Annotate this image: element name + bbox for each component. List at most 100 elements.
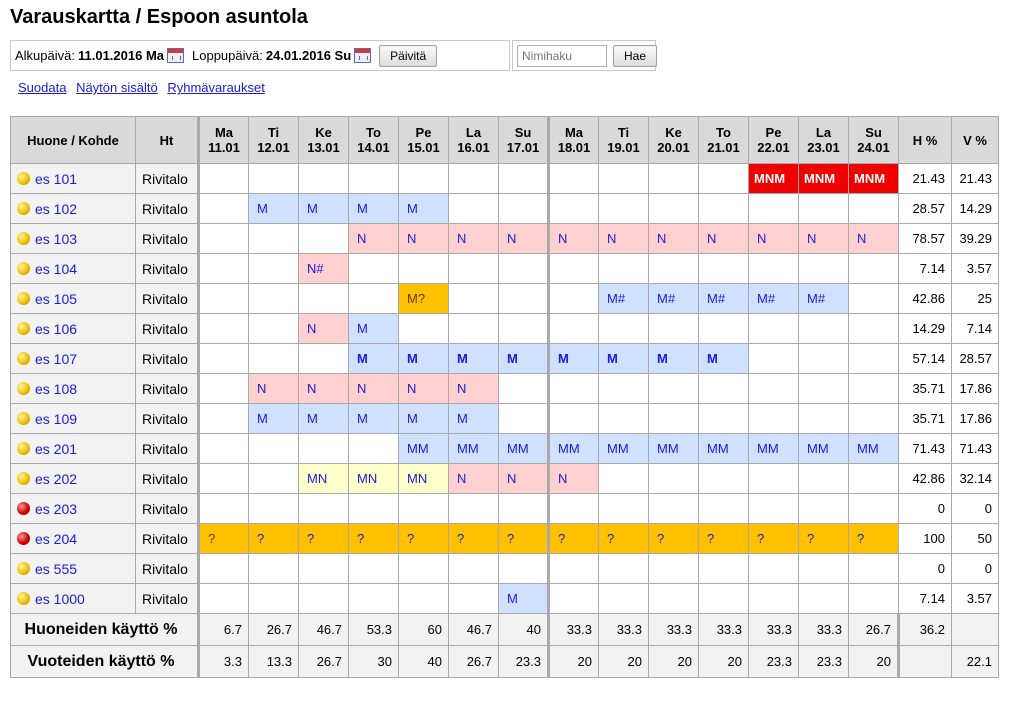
booking-cell[interactable]: N — [498, 463, 549, 494]
booking-cell[interactable] — [648, 313, 699, 344]
start-date-value[interactable]: 11.01.2016 Ma — [78, 48, 164, 63]
booking-cell[interactable]: M — [448, 343, 499, 374]
booking-cell[interactable]: MNM — [748, 163, 799, 194]
booking-cell[interactable]: ? — [748, 523, 799, 554]
room-cell[interactable]: es 103 — [10, 223, 136, 254]
booking-cell[interactable]: M — [648, 343, 699, 374]
booking-cell[interactable]: M — [398, 193, 449, 224]
filter-link[interactable]: Suodata — [18, 80, 66, 95]
booking-cell[interactable] — [698, 463, 749, 494]
booking-cell[interactable] — [197, 493, 249, 524]
booking-cell[interactable]: N — [598, 223, 649, 254]
booking-cell[interactable]: ? — [648, 523, 699, 554]
booking-cell[interactable]: M — [398, 403, 449, 434]
room-name[interactable]: es 201 — [35, 441, 77, 457]
booking-cell[interactable] — [398, 163, 449, 194]
booking-cell[interactable]: ? — [448, 523, 499, 554]
booking-cell[interactable]: M? — [398, 283, 449, 314]
booking-cell[interactable] — [348, 553, 399, 584]
booking-cell[interactable]: ? — [298, 523, 349, 554]
room-cell[interactable]: es 201 — [10, 433, 136, 464]
booking-cell[interactable] — [648, 193, 699, 224]
booking-cell[interactable] — [448, 163, 499, 194]
booking-cell[interactable] — [547, 193, 599, 224]
booking-cell[interactable] — [248, 163, 299, 194]
booking-cell[interactable]: ? — [698, 523, 749, 554]
booking-cell[interactable] — [848, 283, 899, 314]
booking-cell[interactable]: M — [298, 193, 349, 224]
booking-cell[interactable] — [798, 403, 849, 434]
room-cell[interactable]: es 105 — [10, 283, 136, 314]
booking-cell[interactable]: M# — [798, 283, 849, 314]
booking-cell[interactable]: N — [498, 223, 549, 254]
booking-cell[interactable] — [698, 313, 749, 344]
booking-cell[interactable] — [197, 553, 249, 584]
booking-cell[interactable] — [798, 553, 849, 584]
booking-cell[interactable] — [698, 163, 749, 194]
room-cell[interactable]: es 109 — [10, 403, 136, 434]
search-button[interactable]: Hae — [613, 44, 658, 67]
room-name[interactable]: es 106 — [35, 321, 77, 337]
booking-cell[interactable] — [248, 343, 299, 374]
room-cell[interactable]: es 204 — [10, 523, 136, 554]
room-name[interactable]: es 104 — [35, 261, 77, 277]
end-date-value[interactable]: 24.01.2016 Su — [266, 48, 351, 63]
booking-cell[interactable] — [798, 463, 849, 494]
booking-cell[interactable]: N — [248, 373, 299, 404]
booking-cell[interactable] — [748, 253, 799, 284]
room-cell[interactable]: es 1000 — [10, 583, 136, 614]
room-cell[interactable]: es 203 — [10, 493, 136, 524]
booking-cell[interactable]: N — [398, 373, 449, 404]
booking-cell[interactable] — [698, 553, 749, 584]
booking-cell[interactable] — [298, 583, 349, 614]
booking-cell[interactable]: ? — [547, 523, 599, 554]
booking-cell[interactable] — [848, 343, 899, 374]
booking-cell[interactable]: N — [448, 463, 499, 494]
booking-cell[interactable] — [748, 313, 799, 344]
booking-cell[interactable] — [197, 373, 249, 404]
booking-cell[interactable] — [848, 583, 899, 614]
room-cell[interactable]: es 555 — [10, 553, 136, 584]
booking-cell[interactable] — [848, 313, 899, 344]
booking-cell[interactable] — [498, 553, 549, 584]
booking-cell[interactable] — [348, 283, 399, 314]
booking-cell[interactable]: M — [398, 343, 449, 374]
room-name[interactable]: es 1000 — [35, 591, 85, 607]
room-cell[interactable]: es 104 — [10, 253, 136, 284]
booking-cell[interactable] — [197, 193, 249, 224]
booking-cell[interactable]: M — [348, 343, 399, 374]
display-content-link[interactable]: Näytön sisältö — [76, 80, 158, 95]
booking-cell[interactable]: ? — [197, 523, 249, 554]
booking-cell[interactable]: N — [448, 223, 499, 254]
calendar-icon[interactable] — [167, 48, 185, 63]
booking-cell[interactable] — [448, 253, 499, 284]
booking-cell[interactable] — [748, 193, 799, 224]
booking-cell[interactable]: M — [698, 343, 749, 374]
booking-cell[interactable]: M — [348, 313, 399, 344]
booking-cell[interactable] — [547, 373, 599, 404]
booking-cell[interactable]: N — [547, 463, 599, 494]
booking-cell[interactable]: N — [398, 223, 449, 254]
booking-cell[interactable] — [547, 553, 599, 584]
booking-cell[interactable] — [598, 193, 649, 224]
booking-cell[interactable]: ? — [498, 523, 549, 554]
booking-cell[interactable] — [448, 493, 499, 524]
booking-cell[interactable] — [498, 313, 549, 344]
booking-cell[interactable]: ? — [598, 523, 649, 554]
booking-cell[interactable] — [498, 373, 549, 404]
calendar-icon[interactable] — [354, 48, 372, 63]
booking-cell[interactable] — [648, 463, 699, 494]
booking-cell[interactable]: N — [848, 223, 899, 254]
booking-cell[interactable] — [848, 463, 899, 494]
booking-cell[interactable] — [197, 343, 249, 374]
booking-cell[interactable] — [848, 403, 899, 434]
booking-cell[interactable] — [698, 583, 749, 614]
booking-cell[interactable]: M# — [748, 283, 799, 314]
booking-cell[interactable]: MN — [398, 463, 449, 494]
room-name[interactable]: es 203 — [35, 501, 77, 517]
booking-cell[interactable] — [248, 583, 299, 614]
booking-cell[interactable]: MM — [398, 433, 449, 464]
booking-cell[interactable] — [248, 553, 299, 584]
booking-cell[interactable] — [598, 163, 649, 194]
booking-cell[interactable]: M# — [648, 283, 699, 314]
